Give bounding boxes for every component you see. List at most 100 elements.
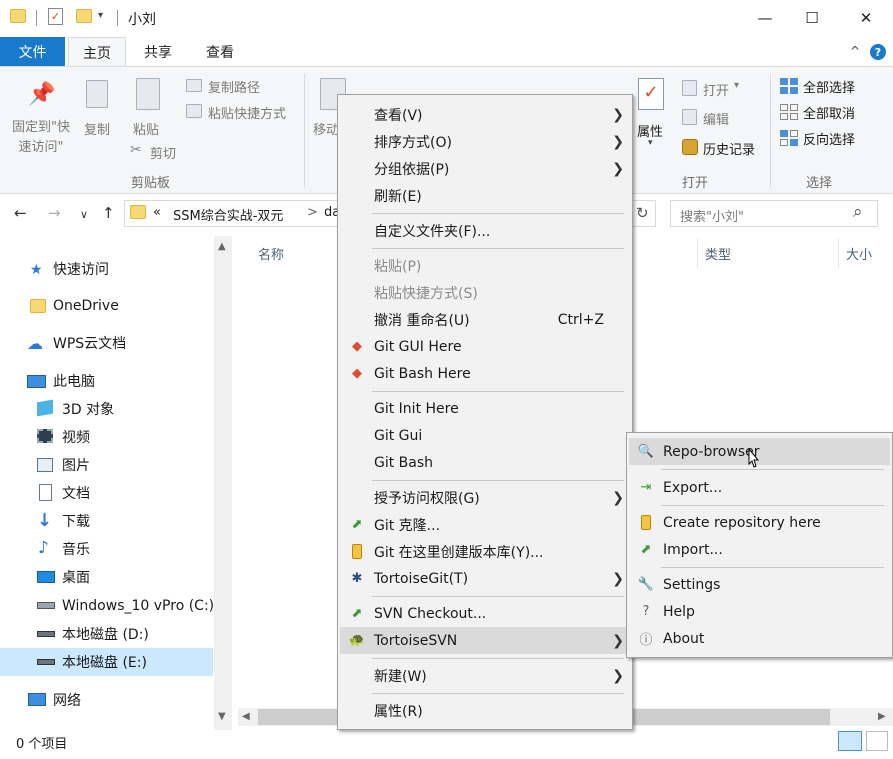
address-path-segment[interactable]: SSM综合实战-双元 (173, 205, 283, 224)
window-title: 小刘 (128, 12, 156, 28)
edit-button[interactable]: 编辑 (703, 109, 729, 128)
column-header-size[interactable]: 大小 (846, 244, 872, 263)
nav-item-downloads[interactable]: ↓ 下载 (0, 507, 213, 535)
menu-item-about[interactable]: ⓘ About (629, 625, 890, 652)
menu-item-git-gui[interactable]: Git Gui (340, 422, 630, 449)
qat-dropdown-icon[interactable]: ▾ (98, 10, 103, 21)
nav-item-pictures[interactable]: 图片 (0, 451, 213, 479)
menu-item-give-access[interactable]: 授予访问权限(G) ❯ (340, 484, 630, 511)
move-to-button[interactable]: 移动 (313, 119, 339, 138)
menu-item-git-bash[interactable]: Git Bash (340, 449, 630, 476)
menu-item-label: 授予访问权限(G) (374, 490, 480, 507)
tab-file[interactable]: 文件 (0, 37, 65, 66)
menu-item-customize-folder[interactable]: 自定义文件夹(F)... (340, 217, 630, 244)
menu-item-git-init-here[interactable]: Git Init Here (340, 395, 630, 422)
tab-home[interactable]: 主页 (68, 37, 126, 67)
menu-item-paste[interactable]: 粘贴(P) (340, 252, 630, 279)
menu-item-sort-by[interactable]: 排序方式(O) ❯ (340, 128, 630, 155)
help-icon[interactable]: ? (870, 44, 886, 60)
nav-item-drive-d[interactable]: 本地磁盘 (D:) (0, 620, 213, 648)
menu-item-svn-checkout[interactable]: ⬈ SVN Checkout... (340, 600, 630, 627)
menu-item-git-bash-here[interactable]: ◆ Git Bash Here (340, 360, 630, 387)
tab-share[interactable]: 共享 (132, 37, 184, 67)
tab-view[interactable]: 查看 (194, 37, 246, 67)
nav-item-this-pc[interactable]: 此电脑 (0, 367, 213, 395)
up-icon[interactable]: ↑ (102, 204, 115, 222)
menu-item-git-clone[interactable]: ⬈ Git 克隆... (340, 511, 630, 538)
minimize-button[interactable]: — (742, 0, 788, 36)
nav-item-music[interactable]: ♪ 音乐 (0, 535, 213, 563)
select-all-button[interactable]: 全部选择 (803, 77, 855, 96)
pin-label-line1: 固定到"快 (12, 120, 70, 135)
column-divider[interactable] (838, 238, 839, 268)
about-icon: ⓘ (639, 633, 653, 648)
select-none-button[interactable]: 全部取消 (803, 103, 855, 122)
address-overflow-icon[interactable]: « (153, 205, 161, 220)
nav-item-documents[interactable]: 文档 (0, 479, 213, 507)
nav-item-wps-cloud[interactable]: ☁ WPS云文档 (0, 329, 213, 357)
settings-wrench-icon: 🔧 (637, 577, 655, 592)
menu-item-new[interactable]: 新建(W) ❯ (340, 662, 630, 689)
details-view-icon[interactable] (838, 731, 862, 751)
pin-quick-access-button[interactable]: 固定到"快 速访问" (8, 118, 74, 158)
menu-item-git-gui-here[interactable]: ◆ Git GUI Here (340, 333, 630, 360)
submenu-arrow-icon: ❯ (612, 133, 624, 150)
nav-item-quick-access[interactable]: ★ 快速访问 (0, 255, 213, 283)
menu-item-export[interactable]: ⇥ Export... (629, 474, 890, 501)
copy-button[interactable]: 复制 (84, 119, 110, 138)
ribbon-collapse-icon[interactable]: ^ (850, 44, 860, 58)
column-divider[interactable] (697, 238, 698, 268)
properties-dropdown-icon[interactable]: ▾ (648, 138, 653, 148)
back-icon[interactable]: ← (14, 204, 27, 222)
copy-path-button[interactable]: 复制路径 (208, 77, 260, 96)
nav-item-network[interactable]: 网络 (0, 686, 213, 714)
history-button[interactable]: 历史记录 (703, 139, 755, 158)
nav-item-label: Windows_10 vPro (C:) (62, 598, 215, 614)
menu-item-group-by[interactable]: 分组依据(P) ❯ (340, 155, 630, 182)
recent-locations-icon[interactable]: ∨ (80, 208, 88, 221)
menu-item-settings[interactable]: 🔧 Settings (629, 571, 890, 598)
scroll-right-icon[interactable]: ▶ (878, 711, 886, 722)
scroll-up-icon[interactable]: ▲ (218, 241, 226, 252)
scroll-down-icon[interactable]: ▼ (218, 711, 226, 722)
column-header-name[interactable]: 名称 (258, 244, 284, 263)
open-button[interactable]: 打开 (703, 80, 729, 99)
cut-button[interactable]: 剪切 (150, 143, 176, 162)
nav-item-drive-e[interactable]: 本地磁盘 (E:) (0, 648, 213, 676)
menu-item-properties[interactable]: 属性(R) (340, 697, 630, 724)
menu-item-refresh[interactable]: 刷新(E) (340, 182, 630, 209)
menu-item-tortoisegit[interactable]: ✱ TortoiseGit(T) ❯ (340, 565, 630, 592)
large-icons-view-icon[interactable] (866, 731, 888, 751)
paste-button[interactable]: 粘贴 (133, 119, 159, 138)
forward-icon[interactable]: → (48, 204, 61, 222)
close-button[interactable]: ✕ (843, 0, 889, 36)
nav-item-desktop[interactable]: 桌面 (0, 563, 213, 591)
menu-separator (661, 567, 884, 568)
nav-item-3d-objects[interactable]: 3D 对象 (0, 395, 213, 423)
nav-item-drive-c[interactable]: Windows_10 vPro (C:) (0, 592, 215, 620)
invert-selection-button[interactable]: 反向选择 (803, 129, 855, 148)
column-header-type[interactable]: 类型 (705, 244, 731, 263)
search-icon[interactable]: ⌕ (853, 202, 863, 222)
menu-item-view[interactable]: 查看(V) ❯ (340, 101, 630, 128)
nav-item-videos[interactable]: 视频 (0, 423, 213, 451)
submenu-arrow-icon: ❯ (612, 570, 624, 587)
new-folder-icon[interactable] (76, 9, 92, 23)
menu-item-label: Create repository here (663, 514, 821, 531)
menu-item-git-create-repo[interactable]: Git 在这里创建版本库(Y)... (340, 538, 630, 565)
menu-item-tortoisesvn[interactable]: 🐢 TortoiseSVN ❯ (340, 627, 630, 654)
menu-item-paste-shortcut[interactable]: 粘贴快捷方式(S) (340, 279, 630, 306)
menu-item-create-repository[interactable]: Create repository here (629, 509, 890, 536)
open-dropdown-icon[interactable]: ▾ (734, 80, 739, 91)
paste-shortcut-button[interactable]: 粘贴快捷方式 (208, 103, 286, 122)
menu-item-import[interactable]: ⬈ Import... (629, 536, 890, 563)
refresh-icon[interactable]: ↻ (636, 204, 649, 222)
menu-item-help[interactable]: ? Help (629, 598, 890, 625)
menu-item-undo-rename[interactable]: 撤消 重命名(U) Ctrl+Z (340, 306, 630, 333)
scroll-left-icon[interactable]: ◀ (242, 711, 250, 722)
menu-item-label: 粘贴(P) (374, 258, 422, 275)
maximize-button[interactable]: ☐ (789, 0, 835, 36)
nav-item-onedrive[interactable]: OneDrive (0, 292, 213, 320)
properties-check-icon[interactable]: ✓ (48, 8, 63, 25)
nav-pane-scrollbar[interactable] (214, 236, 232, 730)
